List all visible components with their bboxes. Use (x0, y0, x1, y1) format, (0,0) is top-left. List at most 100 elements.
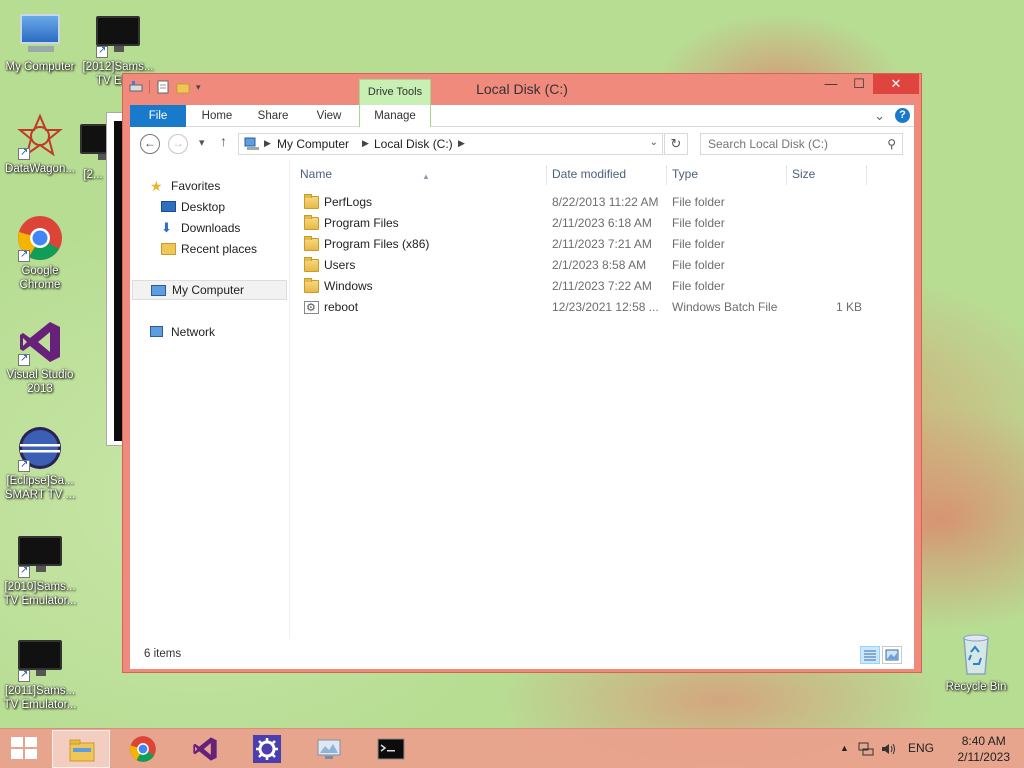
status-bar: 6 items (130, 643, 914, 667)
column-header-type[interactable]: Type (672, 159, 786, 189)
recent-locations-icon[interactable]: ▾ (199, 136, 205, 149)
file-row[interactable]: reboot 12/23/2021 12:58 ... Windows Batch … (290, 297, 890, 319)
show-hidden-icons-icon[interactable]: ▲ (840, 743, 849, 753)
computer-icon (16, 10, 64, 58)
large-icons-view-button[interactable] (882, 646, 902, 664)
back-button[interactable]: ← (140, 134, 160, 154)
file-row[interactable]: Program Files 2/11/2023 6:18 AM File folde… (290, 213, 890, 234)
taskbar-remote-desktop[interactable] (300, 730, 358, 768)
file-date-modified: 2/11/2023 7:21 AM (552, 237, 652, 251)
taskbar: ▲ ENG 8:40 AM 2/11/2023 (0, 728, 1024, 768)
explorer-window: ▾ Drive Tools Local Disk (C:) — ☐ ✕ File… (122, 73, 922, 673)
console-icon (377, 738, 405, 760)
desktop-icon-visual-studio[interactable]: Visual Studio 2013 (0, 318, 80, 396)
maximize-button[interactable]: ☐ (845, 74, 873, 94)
taskbar-file-explorer[interactable] (52, 730, 110, 768)
desktop-icon-label: [Eclipse]Sa... SMART TV ... (4, 475, 76, 501)
folder-icon (304, 236, 319, 251)
desktop-icon-2010-samsung-tv[interactable]: [2010]Sams... TV Emulator... (0, 530, 80, 608)
file-row[interactable]: PerfLogs 8/22/2013 11:22 AM File folder (290, 192, 890, 213)
tab-share[interactable]: Share (248, 105, 298, 127)
address-dropdown-icon[interactable]: ⌄ (650, 137, 658, 148)
help-icon[interactable]: ? (895, 108, 910, 123)
file-size: 1 KB (835, 300, 862, 314)
tab-home[interactable]: Home (192, 105, 242, 127)
breadcrumb-local-disk[interactable]: Local Disk (C:) (374, 137, 453, 151)
desktop-icon-datawagon[interactable]: DataWagon... (0, 112, 80, 176)
file-type: File folder (672, 195, 725, 209)
title-bar[interactable]: ▾ Drive Tools Local Disk (C:) — ☐ ✕ (123, 74, 921, 105)
tab-manage[interactable]: Manage (359, 105, 431, 127)
visual-studio-icon (16, 318, 64, 366)
taskbar-settings[interactable] (238, 730, 296, 768)
chevron-right-icon[interactable]: ▶ (458, 138, 465, 149)
file-type: File folder (672, 279, 725, 293)
clock-time: 8:40 AM (961, 734, 1006, 748)
batch-file-icon (304, 298, 319, 319)
navigation-pane: ★ Favorites Desktop ⬇ Downloads Recent p… (130, 159, 290, 639)
file-type: File folder (672, 216, 725, 230)
refresh-button[interactable]: ↻ (664, 133, 688, 155)
taskbar-chrome[interactable] (114, 730, 172, 768)
desktop-icon-recycle-bin[interactable]: Recycle Bin (936, 630, 1016, 694)
desktop-icon-label: Visual Studio 2013 (6, 369, 74, 395)
desktop-icon-eclipse[interactable]: [Eclipse]Sa... SMART TV ... (0, 424, 80, 502)
input-language-indicator[interactable]: ENG (908, 741, 934, 755)
nav-recent-places[interactable]: Recent places (130, 239, 288, 259)
desktop-icon-partial[interactable]: [2... (78, 118, 108, 182)
nav-downloads[interactable]: ⬇ Downloads (130, 218, 288, 238)
clock[interactable]: 8:40 AM 2/11/2023 (958, 733, 1011, 765)
column-header-date-modified[interactable]: Date modified (552, 159, 666, 189)
chrome-icon (16, 214, 64, 262)
network-icon (150, 326, 163, 337)
up-button[interactable]: ↑ (220, 133, 227, 149)
close-button[interactable]: ✕ (873, 74, 919, 94)
monitor-icon (16, 634, 64, 682)
nav-favorites[interactable]: ★ Favorites (130, 176, 288, 196)
search-icon[interactable]: ⚲ (887, 137, 896, 151)
file-type: Windows Batch File (672, 300, 778, 314)
file-row[interactable]: Windows 2/11/2023 7:22 AM File folder (290, 276, 890, 297)
expand-ribbon-icon[interactable]: ⌄ (874, 109, 885, 122)
taskbar-command-prompt[interactable] (362, 730, 420, 768)
sort-ascending-icon: ▲ (422, 172, 430, 181)
search-input[interactable] (701, 134, 876, 154)
column-header-size[interactable]: Size (792, 159, 866, 189)
speaker-icon[interactable] (880, 741, 896, 757)
network-icon[interactable] (858, 741, 874, 757)
folder-icon (304, 278, 319, 293)
forward-button[interactable]: → (168, 134, 188, 154)
folder-icon (304, 194, 319, 209)
minimize-button[interactable]: — (817, 74, 845, 94)
breadcrumb-my-computer[interactable]: My Computer (277, 137, 349, 151)
taskbar-visual-studio[interactable] (176, 730, 234, 768)
file-name: PerfLogs (324, 195, 373, 209)
desktop-icon-label: DataWagon... (5, 163, 75, 175)
desktop-icon-my-computer[interactable]: My Computer (0, 10, 80, 74)
start-button[interactable] (8, 737, 40, 761)
nav-network[interactable]: Network (130, 322, 288, 342)
desktop-icon-google-chrome[interactable]: Google Chrome (0, 214, 80, 292)
monitor-icon (16, 530, 64, 578)
address-bar[interactable]: ▶ My Computer ▶ Local Disk (C:) ▶ ⌄ (238, 133, 663, 155)
file-list: Name ▲ Date modified Type Size PerfLogs 8… (290, 159, 914, 639)
desktop-icon-label: [2... (83, 169, 103, 181)
desktop-icon-2011-samsung-tv[interactable]: [2011]Sams... TV Emulator... (0, 634, 80, 712)
nav-desktop[interactable]: Desktop (130, 197, 288, 217)
search-box[interactable]: ⚲ (700, 133, 903, 155)
nav-my-computer[interactable]: My Computer (132, 280, 287, 300)
system-tray: ▲ ENG 8:40 AM 2/11/2023 (824, 729, 1024, 768)
chevron-right-icon[interactable]: ▶ (362, 138, 369, 149)
file-row[interactable]: Users 2/1/2023 8:58 AM File folder (290, 255, 890, 276)
file-name: Users (324, 258, 356, 272)
column-header-name[interactable]: Name ▲ (290, 159, 546, 189)
tab-view[interactable]: View (304, 105, 354, 127)
tab-file[interactable]: File (130, 105, 186, 127)
file-type: File folder (672, 237, 725, 251)
file-date-modified: 2/11/2023 7:22 AM (552, 279, 652, 293)
details-view-icon (864, 650, 876, 661)
file-date-modified: 2/11/2023 6:18 AM (552, 216, 652, 230)
details-view-button[interactable] (860, 646, 880, 664)
file-row[interactable]: Program Files (x86) 2/11/2023 7:21 AM File… (290, 234, 890, 255)
desktop-icon-label: Recycle Bin (945, 681, 1007, 693)
